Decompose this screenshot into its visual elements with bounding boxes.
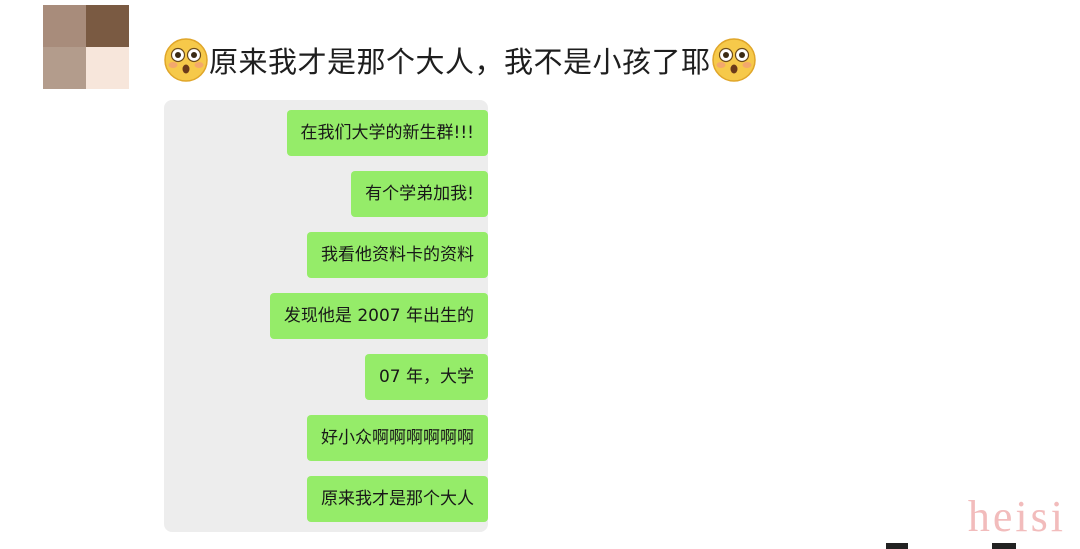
- cropped-text-fragment: [880, 543, 1040, 549]
- avatar-pixel: [43, 5, 86, 47]
- watermark-text: heisi: [967, 492, 1066, 541]
- post-text: 原来我才是那个大人，我不是小孩了耶: [209, 45, 711, 79]
- post-container: 原来我才是那个大人，我不是小孩了耶 在我们大学的新生群!!! 有个学弟加我! 我…: [0, 0, 1080, 549]
- chat-bubble: 原来我才是那个大人: [307, 476, 488, 522]
- post-text-line: 原来我才是那个大人，我不是小孩了耶: [163, 36, 757, 84]
- chat-screenshot-image[interactable]: 在我们大学的新生群!!! 有个学弟加我! 我看他资料卡的资料 发现他是 2007…: [164, 100, 488, 532]
- chat-bubble: 07 年，大学: [364, 354, 488, 400]
- chat-bubble: 在我们大学的新生群!!!: [286, 110, 488, 156]
- avatar-pixel: [86, 47, 129, 89]
- chat-bubble: 发现他是 2007 年出生的: [269, 293, 488, 339]
- chat-bubble: 有个学弟加我!: [351, 171, 488, 217]
- avatar-pixel: [43, 47, 86, 89]
- avatar-pixel: [86, 5, 129, 47]
- flushed-face-icon: [163, 37, 209, 83]
- chat-bubble: 我看他资料卡的资料: [307, 232, 488, 278]
- avatar[interactable]: [43, 5, 129, 89]
- flushed-face-icon: [711, 37, 757, 83]
- chat-bubble: 好小众啊啊啊啊啊啊: [307, 415, 488, 461]
